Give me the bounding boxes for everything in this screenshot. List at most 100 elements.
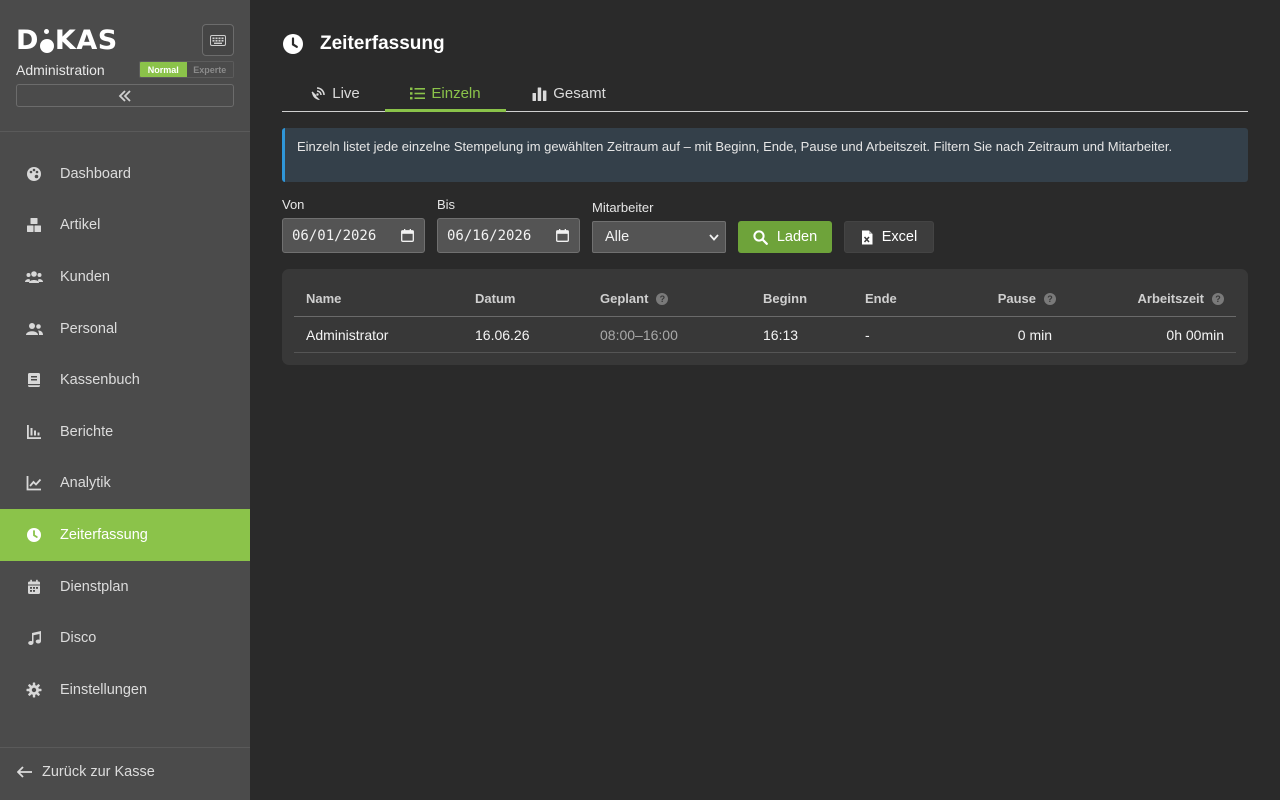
line-chart-icon <box>25 474 43 492</box>
excel-button-label: Excel <box>881 229 918 245</box>
from-date-input[interactable]: 06/01/2026 <box>282 218 425 253</box>
cell-name: Administrator <box>306 326 389 343</box>
users-icon <box>25 268 43 286</box>
load-button[interactable]: Laden <box>738 221 832 253</box>
arrow-left-icon <box>17 766 33 778</box>
to-date-input[interactable]: 06/16/2026 <box>437 218 580 253</box>
logo-text-left: D <box>16 25 39 56</box>
employee-select[interactable]: Alle <box>592 221 726 253</box>
gear-icon <box>25 681 43 699</box>
sidebar-item-kassenbuch[interactable]: Kassenbuch <box>0 354 250 406</box>
load-button-label: Laden <box>776 229 818 245</box>
keyboard-icon <box>210 34 226 46</box>
sidebar-item-label: Dashboard <box>60 165 131 182</box>
sidebar-item-label: Kassenbuch <box>60 372 140 389</box>
satellite-dish-icon <box>310 86 326 102</box>
column-header-date: Datum <box>475 291 516 306</box>
table-header-row: Name Datum Geplant ? Beginn Ende Pause ?… <box>294 281 1236 317</box>
sidebar-item-kunden[interactable]: Kunden <box>0 251 250 303</box>
back-to-register-link[interactable]: Zurück zur Kasse <box>17 764 155 780</box>
help-icon[interactable]: ? <box>656 292 669 305</box>
column-header-pause: Pause ? <box>962 281 1056 316</box>
calendar-icon <box>25 578 43 596</box>
sidebar-item-label: Dienstplan <box>60 578 129 595</box>
user-group-icon <box>25 320 43 338</box>
boxes-icon <box>25 216 43 234</box>
sidebar-item-label: Berichte <box>60 423 114 440</box>
tab-label: Einzeln <box>431 85 481 102</box>
book-icon <box>25 371 43 389</box>
clock-icon <box>283 34 303 54</box>
from-date-label: Von <box>282 197 305 212</box>
sidebar-item-einstellungen[interactable]: Einstellungen <box>0 664 250 716</box>
keyboard-button[interactable] <box>202 24 234 56</box>
clock-icon <box>25 526 43 544</box>
cell-start: 16:13 <box>763 326 799 343</box>
bar-chart-icon <box>25 423 43 441</box>
sidebar-item-dienstplan[interactable]: Dienstplan <box>0 561 250 613</box>
column-header-worktime: Arbeitszeit ? <box>1094 281 1224 316</box>
logo-i-icon <box>39 29 54 53</box>
time-entries-table: Name Datum Geplant ? Beginn Ende Pause ?… <box>294 281 1236 353</box>
tab-einzeln[interactable]: Einzeln <box>385 76 506 112</box>
page-header: Zeiterfassung <box>282 33 445 55</box>
cell-end: - <box>865 326 870 343</box>
sidebar-item-personal[interactable]: Personal <box>0 303 250 355</box>
info-alert: Einzeln listet jede einzelne Stempelung … <box>282 128 1248 182</box>
tab-live[interactable]: Live <box>285 76 385 111</box>
column-header-end: Ende <box>865 291 897 306</box>
employee-select-value: Alle <box>605 229 630 245</box>
sidebar-item-disco[interactable]: Disco <box>0 612 250 664</box>
column-header-planned-label: Geplant <box>600 291 649 306</box>
sidebar-item-label: Zeiterfassung <box>60 526 148 543</box>
mode-normal-button[interactable]: Normal <box>140 62 187 77</box>
column-header-planned: Geplant ? <box>600 281 669 316</box>
column-header-worktime-label: Arbeitszeit <box>1137 291 1204 306</box>
employee-label: Mitarbeiter <box>592 200 654 215</box>
chevron-down-icon <box>709 233 719 241</box>
page-title: Zeiterfassung <box>320 33 445 54</box>
list-icon <box>410 87 426 100</box>
sidebar-item-label: Einstellungen <box>60 681 148 698</box>
divider <box>0 131 250 132</box>
table-row[interactable]: Administrator 16.06.26 08:00–16:00 16:13… <box>294 317 1236 353</box>
brand-logo[interactable]: D KAS <box>16 24 118 56</box>
mode-toggle: Normal Experte <box>139 61 234 78</box>
sidebar-item-dashboard[interactable]: Dashboard <box>0 148 250 200</box>
music-icon <box>25 629 43 647</box>
calendar-icon <box>556 229 569 242</box>
palette-icon <box>25 165 43 183</box>
sidebar-item-label: Personal <box>60 320 118 337</box>
help-icon[interactable]: ? <box>1044 292 1056 305</box>
brand-subtitle: Administration <box>16 62 105 78</box>
divider <box>0 747 250 748</box>
bar-chart-icon <box>532 87 547 101</box>
double-chevron-left-icon <box>118 89 131 102</box>
sidebar-item-artikel[interactable]: Artikel <box>0 200 250 252</box>
to-date-label: Bis <box>437 197 456 212</box>
cell-worktime: 0h 00min <box>1166 326 1224 343</box>
sidebar-item-analytik[interactable]: Analytik <box>0 458 250 510</box>
back-link-label: Zurück zur Kasse <box>42 764 155 780</box>
cell-pause: 0 min <box>1017 326 1052 343</box>
column-header-pause-label: Pause <box>997 291 1036 306</box>
search-icon <box>753 229 768 245</box>
collapse-sidebar-button[interactable] <box>16 84 234 107</box>
tab-bar: Live Einzeln Gesamt <box>282 76 1248 112</box>
help-icon[interactable]: ? <box>1212 292 1224 305</box>
mode-expert-button[interactable]: Experte <box>186 62 233 77</box>
tab-label: Live <box>332 85 360 102</box>
sidebar-item-zeiterfassung[interactable]: Zeiterfassung <box>0 509 250 561</box>
excel-export-button[interactable]: Excel <box>844 221 934 253</box>
filter-bar: Von 06/01/2026 Bis 06/16/2026 Mitarbeite… <box>282 196 1248 256</box>
sidebar-item-label: Kunden <box>60 268 110 285</box>
sidebar-nav: Dashboard Artikel Kunden Personal Kassen… <box>0 148 250 716</box>
file-excel-icon <box>861 230 873 245</box>
cell-date: 16.06.26 <box>475 326 530 343</box>
sidebar-item-berichte[interactable]: Berichte <box>0 406 250 458</box>
column-header-name: Name <box>306 291 342 306</box>
tab-gesamt[interactable]: Gesamt <box>509 76 629 111</box>
results-card: Name Datum Geplant ? Beginn Ende Pause ?… <box>282 269 1248 365</box>
tab-label: Gesamt <box>553 85 606 102</box>
to-date-value: 06/16/2026 <box>447 227 532 244</box>
